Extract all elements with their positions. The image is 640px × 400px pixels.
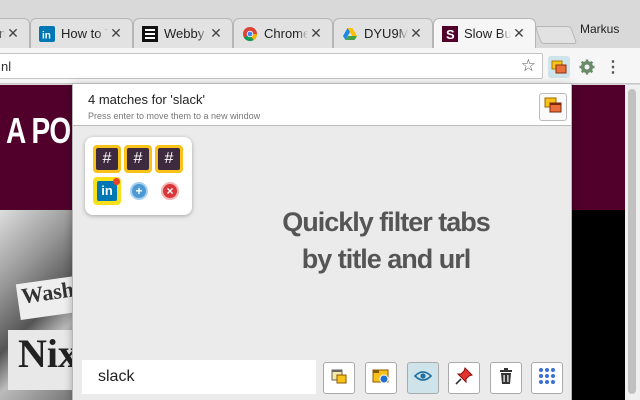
scrollbar-thumb[interactable] <box>628 89 636 394</box>
svg-text:S: S <box>446 27 455 42</box>
browser-tab[interactable]: DYU9M6 ✕ <box>333 18 433 48</box>
move-tabs-icon <box>544 96 562 119</box>
browser-menu-icon[interactable]: ⋮ <box>603 57 623 77</box>
slack-tab-thumb[interactable]: # <box>155 145 183 173</box>
popup-footer <box>73 352 571 400</box>
bookmark-star-icon[interactable]: ☆ <box>521 56 536 76</box>
photo-sign: Washi <box>15 276 81 320</box>
move-to-window-footer-button[interactable] <box>323 362 355 394</box>
matched-tabs-grid: # # # in + × <box>85 137 192 215</box>
protest-photo: Washi Nix <box>0 210 81 400</box>
pin-icon <box>455 366 473 390</box>
close-tab-icon[interactable]: ✕ <box>108 25 124 42</box>
move-to-folder-button[interactable] <box>365 362 397 394</box>
browser-tab[interactable]: Webby A ✕ <box>133 18 233 48</box>
add-circle-icon[interactable]: + <box>130 182 148 200</box>
new-tab-button[interactable] <box>534 26 578 44</box>
filter-search-input[interactable] <box>82 360 316 394</box>
move-to-window-icon <box>330 367 348 390</box>
close-tab-icon[interactable]: ✕ <box>208 25 224 42</box>
tab-filter-extension-icon[interactable] <box>548 56 570 78</box>
folder-icon <box>372 367 390 390</box>
preview-toggle-button[interactable] <box>407 362 439 394</box>
pin-button[interactable] <box>448 362 480 394</box>
slowburn-icon: S <box>442 25 458 42</box>
chrome-icon <box>242 26 258 42</box>
move-to-window-button[interactable] <box>539 93 567 121</box>
page-scrollbar[interactable] <box>625 85 640 400</box>
tagline: Quickly filter tabs by title and url <box>282 207 491 274</box>
linkedin-icon: in <box>97 178 120 201</box>
hint-text: Press enter to move them to a new window <box>88 111 261 121</box>
browser-tab-active[interactable]: S Slow Bu ✕ <box>433 18 536 48</box>
popup-header: 4 matches for 'slack' Press enter to mov… <box>73 84 571 126</box>
linkedin-icon: in <box>39 25 55 42</box>
browser-toolbar: nl ☆ ⋮ <box>0 48 640 84</box>
webby-icon <box>142 25 158 42</box>
trash-icon <box>497 367 515 390</box>
match-count-text: 4 matches for 'slack' <box>88 92 205 107</box>
address-bar[interactable]: nl ☆ <box>0 53 543 79</box>
eye-icon <box>413 367 433 390</box>
svg-text:in: in <box>42 30 51 41</box>
extension-gear-icon[interactable] <box>577 57 597 77</box>
close-tab-icon[interactable]: ✕ <box>5 25 21 42</box>
close-tab-icon[interactable]: ✕ <box>511 25 527 42</box>
browser-tab[interactable]: in How to T ✕ <box>30 18 133 48</box>
url-text: nl <box>1 59 12 74</box>
browser-tab[interactable]: Chrome ✕ <box>233 18 333 48</box>
slack-tab-thumb[interactable]: # <box>124 145 152 173</box>
tab-strip: n ✕ in How to T ✕ Webby A ✕ Chrome ✕ DYU… <box>0 0 640 48</box>
banner-headline: A PO <box>6 110 71 151</box>
profile-name[interactable]: Markus <box>580 22 619 36</box>
delete-button[interactable] <box>490 362 522 394</box>
tab-filter-popup: 4 matches for 'slack' Press enter to mov… <box>72 83 572 400</box>
slack-tab-thumb[interactable]: # <box>93 145 121 173</box>
photo-sign: Nix <box>8 330 78 390</box>
grid-view-button[interactable] <box>531 362 563 394</box>
linkedin-tab-thumb[interactable]: in <box>93 177 121 205</box>
browser-tab[interactable]: n ✕ <box>0 18 30 48</box>
close-tab-icon[interactable]: ✕ <box>408 25 424 42</box>
grid-icon <box>538 367 556 390</box>
remove-circle-icon[interactable]: × <box>161 182 179 200</box>
drive-icon <box>342 26 358 42</box>
close-tab-icon[interactable]: ✕ <box>308 25 324 42</box>
